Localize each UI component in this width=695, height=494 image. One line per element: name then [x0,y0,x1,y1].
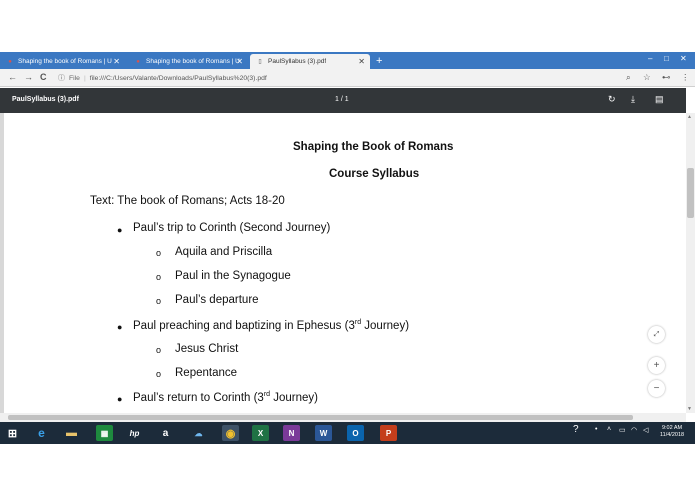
people-icon[interactable]: • [595,426,597,433]
fit-page-button[interactable]: ⤢ [648,326,665,343]
address-bar: ← → C ⓘ File | file:///C:/Users/Valante/… [0,69,695,87]
url-field[interactable]: ⓘ File | file:///C:/Users/Valante/Downlo… [58,71,618,85]
site-favicon-icon: ● [8,58,12,65]
vertical-scrollbar[interactable]: ▲ ▼ [686,113,695,413]
zoom-icon[interactable]: ⌕ [626,72,631,83]
bullet-icon: ● [117,225,123,235]
system-clock[interactable]: 9:02 AM 11/4/2018 [660,425,684,439]
maximize-button[interactable]: □ [664,54,669,63]
pdf-page: Shaping the Book of Romans Course Syllab… [4,113,690,413]
bottom-margin [0,444,695,494]
rotate-icon[interactable]: ↻ [608,94,616,105]
window-close-button[interactable]: ✕ [680,54,687,63]
bullet-icon: ● [117,322,123,332]
powerpoint-icon[interactable]: P [380,425,397,441]
menu-icon[interactable]: ⋮ [681,72,690,83]
text-line: Text: The book of Romans; Acts 18-20 [90,195,285,207]
store-icon[interactable]: ▦ [96,425,113,441]
document-icon: ▯ [258,59,262,65]
tray-chevron-icon[interactable]: ˄ [607,426,611,433]
forward-button[interactable]: → [24,72,33,82]
tab-romans-2[interactable]: ● Shaping the book of Romans | U ✕ [128,54,248,69]
list-item: Paul’s trip to Corinth (Second Journey) [133,222,331,234]
bookmark-star-icon[interactable]: ☆ [643,72,651,83]
sub-bullet-icon: o [156,345,162,355]
info-icon[interactable]: ⓘ [58,73,65,83]
word-icon[interactable]: W [315,425,332,441]
chrome-icon[interactable]: ◉ [222,425,239,441]
battery-icon[interactable]: ▭ [619,426,626,434]
hp-icon[interactable]: hp [126,425,143,441]
url-separator: | [83,74,86,82]
tab-romans-1[interactable]: ● Shaping the book of Romans | U ✕ [0,54,125,69]
list-item: Paul preaching and baptizing in Ephesus … [133,319,410,332]
list-item: Paul’s return to Corinth (3rd Journey) [133,391,318,404]
site-favicon-icon: ● [136,58,140,65]
screen: ● Shaping the book of Romans | U ✕ ● Sha… [0,0,695,494]
extension-icon[interactable]: ⊷ [662,72,671,83]
minimize-button[interactable]: – [648,54,652,63]
sub-bullet-icon: o [156,272,162,282]
windows-start-icon[interactable]: ⊞ [4,425,21,441]
list-item: Repentance [175,367,238,379]
list-item: Jesus Christ [175,343,239,355]
taskbar: ⊞ e ▬ ▦ hp a ☁ ◉ X N W O P ? • ˄ ▭ ◠ ◁ 9… [0,422,695,444]
tab-strip: ● Shaping the book of Romans | U ✕ ● Sha… [0,52,695,69]
sub-bullet-icon: o [156,296,162,306]
sub-bullet-icon: o [156,369,162,379]
outlook-icon[interactable]: O [347,425,364,441]
tab-title: Shaping the book of Romans | U [18,58,112,65]
wifi-icon[interactable]: ◠ [631,426,637,434]
clock-date: 11/4/2018 [660,432,685,438]
cloud-app-icon[interactable]: ☁ [190,425,207,441]
pdf-viewer[interactable]: Shaping the Book of Romans Course Syllab… [0,113,686,413]
tab-title: Shaping the book of Romans | U [146,58,240,65]
excel-icon[interactable]: X [252,425,269,441]
volume-icon[interactable]: ◁ [643,426,648,434]
url-scheme: File [69,74,80,82]
clock-time: 9:02 AM [661,425,683,431]
list-item: Paul in the Synagogue [175,270,291,282]
tab-pdf-active[interactable]: ▯ PaulSyllabus (3).pdf ✕ [250,54,370,69]
print-icon[interactable]: ▤ [655,94,664,105]
tab-close-icon[interactable]: ✕ [113,57,120,66]
edge-browser-icon[interactable]: e [33,425,50,441]
scroll-down-icon[interactable]: ▼ [687,406,692,412]
reload-button[interactable]: C [40,72,47,82]
zoom-in-button[interactable]: + [648,357,665,374]
horizontal-scroll-thumb[interactable] [8,415,633,420]
pdf-toolbar: PaulSyllabus (3).pdf 1 / 1 ↻ ⤓ ▤ [0,88,686,113]
file-explorer-icon[interactable]: ▬ [63,425,80,441]
tab-title: PaulSyllabus (3).pdf [268,58,327,65]
page-indicator: 1 / 1 [335,96,349,103]
help-icon[interactable]: ? [573,424,579,435]
sub-bullet-icon: o [156,248,162,258]
document-subtitle: Course Syllabus [329,168,420,180]
tab-close-icon[interactable]: ✕ [236,57,243,66]
list-item: Aquila and Priscilla [175,246,273,258]
onenote-icon[interactable]: N [283,425,300,441]
url-text: file:///C:/Users/Valante/Downloads/PaulS… [89,74,267,82]
zoom-out-button[interactable]: − [648,380,665,397]
back-button[interactable]: ← [8,72,17,82]
pdf-title: PaulSyllabus (3).pdf [12,96,79,103]
horizontal-scrollbar[interactable] [0,413,686,422]
new-tab-button[interactable]: + [376,55,382,67]
download-icon[interactable]: ⤓ [631,94,635,105]
document-title: Shaping the Book of Romans [293,141,454,153]
bullet-icon: ● [117,394,123,404]
list-item: Paul’s departure [175,294,259,306]
amazon-icon[interactable]: a [157,425,174,441]
vertical-scroll-thumb[interactable] [687,168,694,218]
scroll-up-icon[interactable]: ▲ [687,114,692,120]
tab-close-icon[interactable]: ✕ [358,57,365,66]
top-margin [0,0,695,52]
